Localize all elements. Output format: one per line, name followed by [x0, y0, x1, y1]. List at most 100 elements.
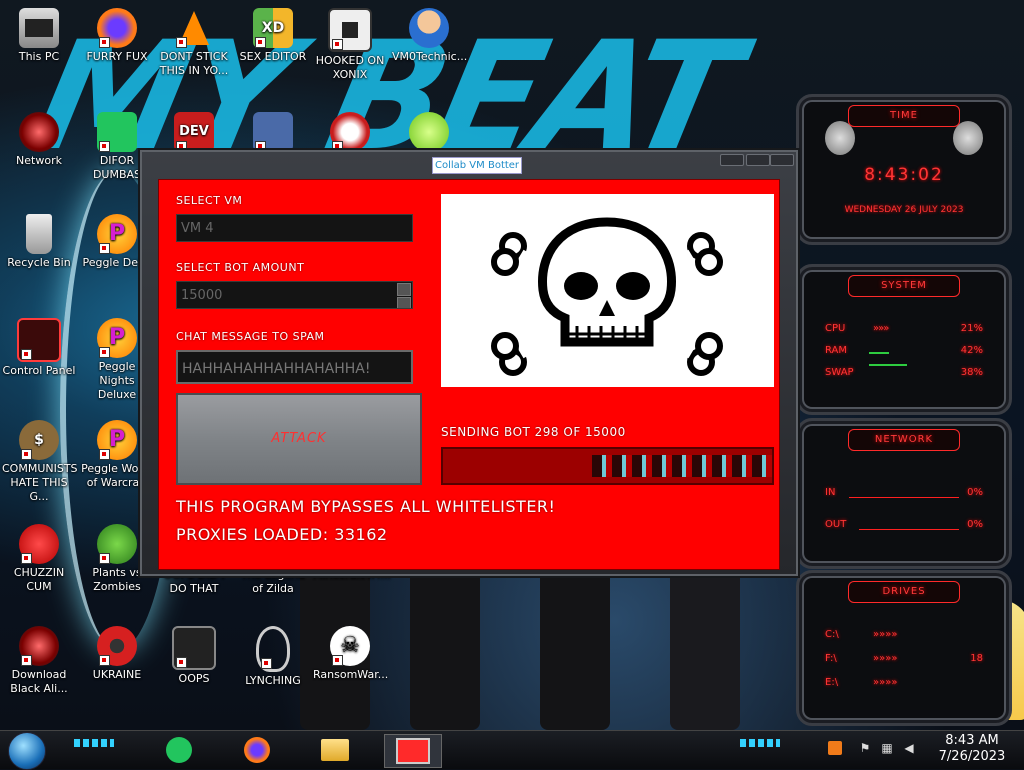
taskbar-app-botter[interactable]: [384, 734, 442, 768]
drive-e-label: E:\: [825, 677, 839, 688]
control-panel-icon: [17, 318, 61, 362]
network-tray-icon[interactable]: ▦: [880, 741, 894, 755]
desktop-icon-lynching[interactable]: LYNCHING: [236, 626, 310, 688]
plant-icon: [97, 524, 137, 564]
desktop-icon-vm0technic[interactable]: VM0Technic...: [392, 8, 467, 64]
alien-icon: [19, 626, 59, 666]
proxies-text: PROXIES LOADED: 33162: [176, 525, 388, 544]
firefox-icon: [97, 8, 137, 48]
stepper-arrows[interactable]: [397, 283, 411, 308]
close-button[interactable]: [770, 154, 794, 166]
net-out-label: OUT: [825, 519, 847, 530]
botter-app-icon: [396, 738, 430, 764]
dev-icon: DEV: [174, 112, 214, 152]
tray-app-icon[interactable]: [828, 741, 842, 755]
bot-amount-value: 15000: [181, 288, 223, 303]
bot-amount-stepper[interactable]: 15000: [176, 281, 413, 309]
skull-image: [441, 194, 774, 387]
net-out-value: 0%: [967, 519, 983, 530]
taskbar-app-notes[interactable]: [160, 734, 198, 766]
drive-c-meter: »»»»: [873, 629, 898, 640]
desktop-icon-santa[interactable]: [313, 112, 387, 154]
clock-time: 8:43 AM: [945, 733, 999, 748]
desktop-icon-card[interactable]: [236, 112, 310, 154]
alien-head-icon: [825, 121, 855, 155]
network-icon: [19, 112, 59, 152]
swap-value: 38%: [960, 367, 983, 378]
money-bag-icon: $: [19, 420, 59, 460]
desktop-icon-xonix[interactable]: HOOKED ON XONIX: [313, 8, 387, 82]
notes-icon: [166, 737, 192, 763]
desktop-icon-control-panel[interactable]: Control Panel: [2, 318, 76, 378]
ram-value: 42%: [960, 345, 983, 356]
clock-date: 7/26/2023: [938, 749, 1006, 764]
net-out-graph: [859, 529, 959, 530]
drive-c-label: C:\: [825, 629, 839, 640]
widget-date: WEDNESDAY 26 JULY 2023: [844, 205, 964, 215]
minimize-button[interactable]: [720, 154, 744, 166]
computer-monitor-icon: [172, 626, 216, 670]
taskbar: ⚑ ▦ ◀ 8:43 AM 7/26/2023: [0, 730, 1024, 770]
bypass-text: THIS PROGRAM BYPASSES ALL WHITELISTER!: [176, 497, 556, 516]
flag-icon[interactable]: ⚑: [858, 741, 872, 755]
swap-label: SWAP: [825, 367, 854, 378]
widget-title: TIME: [848, 105, 960, 127]
desktop-icon-devcpp[interactable]: DEV: [157, 112, 231, 154]
start-button[interactable]: [8, 732, 46, 770]
skull-and-crossbones-icon: [491, 217, 723, 376]
chat-message-input[interactable]: HAHHAHAHHAHHAHAHHA!: [176, 350, 413, 384]
maximize-button[interactable]: [746, 154, 770, 166]
stepper-up-icon[interactable]: [397, 283, 411, 296]
desktop-icon-network[interactable]: Network: [2, 112, 76, 168]
desktop-icon-ransomware[interactable]: ☠ RansomWar...: [313, 626, 388, 682]
system-widget: SYSTEM CPU »»» 21% RAM 42% SWAP 38%: [796, 264, 1012, 415]
taskbar-app-explorer[interactable]: [316, 734, 354, 766]
bot-amount-label: SELECT BOT AMOUNT: [176, 261, 305, 274]
taskbar-clock[interactable]: 8:43 AM 7/26/2023: [930, 733, 1014, 765]
cpu-label: CPU: [825, 323, 846, 334]
volume-icon[interactable]: ◀: [902, 741, 916, 755]
vm-select[interactable]: VM 4: [176, 214, 413, 242]
attack-button[interactable]: ATTACK: [176, 393, 422, 485]
hex-editor-icon: XD: [253, 8, 293, 48]
firefox-icon: [244, 737, 270, 763]
desktop-icon-communists[interactable]: $ COMMUNISTS HATE THIS G...: [2, 420, 78, 504]
desktop-icon-recycle-bin[interactable]: Recycle Bin: [2, 214, 76, 270]
ram-label: RAM: [825, 345, 848, 356]
skull-icon: ☠: [330, 626, 370, 666]
botter-panel: SELECT VM VM 4 SELECT BOT AMOUNT 15000 C…: [158, 179, 780, 570]
peggle-icon: P: [97, 420, 137, 460]
id-card-icon: [253, 112, 293, 152]
chuzzle-icon: [19, 524, 59, 564]
desktop-icon-sex-editor[interactable]: XD SEX EDITOR: [236, 8, 310, 64]
drive-e-meter: »»»»: [873, 677, 898, 688]
taskbar-decoration: [740, 739, 780, 747]
desktop-icon-oops[interactable]: OOPS: [157, 626, 231, 686]
santa-icon: [330, 112, 370, 152]
desktop-icon-chuzzin[interactable]: CHUZZIN CUM: [2, 524, 76, 594]
desktop-icon-ukraine[interactable]: UKRAINE: [80, 626, 154, 682]
window-title: Collab VM Botter: [432, 157, 523, 174]
desktop-icon-this-pc[interactable]: This PC: [2, 8, 76, 64]
taskbar-decoration: [74, 739, 114, 747]
ram-meter: [869, 352, 889, 354]
drive-f-label: F:\: [825, 653, 837, 664]
collab-vm-botter-window: Collab VM Botter SELECT VM VM 4 SELECT B…: [140, 150, 798, 576]
network-widget: NETWORK IN 0% OUT 0%: [796, 418, 1012, 569]
vlc-cone-icon: [174, 8, 214, 48]
swap-meter: [869, 364, 907, 366]
chat-message-label: CHAT MESSAGE TO SPAM: [176, 330, 325, 343]
lime-icon: [409, 112, 449, 152]
peggle-icon: P: [97, 318, 137, 358]
net-in-graph: [849, 497, 959, 498]
desktop-icon-lime[interactable]: [392, 112, 466, 154]
progress-bar: [441, 447, 774, 485]
desktop-icon-dont-stick[interactable]: DONT STICK THIS IN YO...: [157, 8, 231, 78]
cpu-meter: »»»: [873, 323, 889, 334]
widget-title: DRIVES: [848, 581, 960, 603]
widget-title: SYSTEM: [848, 275, 960, 297]
desktop-icon-furry-fux[interactable]: FURRY FUX: [80, 8, 154, 64]
desktop-icon-download-black[interactable]: Download Black Ali...: [2, 626, 76, 696]
stepper-down-icon[interactable]: [397, 297, 411, 308]
taskbar-app-firefox[interactable]: [238, 734, 276, 766]
